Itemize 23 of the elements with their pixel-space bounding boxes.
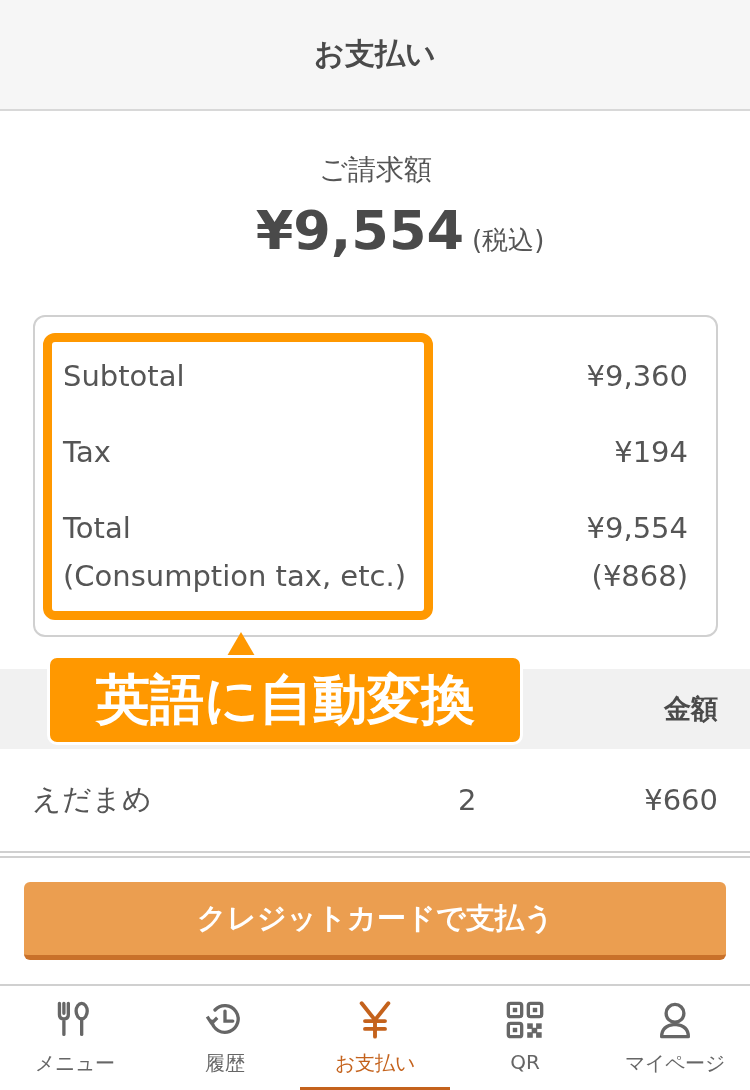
callout-text: 英語に自動変換 bbox=[95, 666, 475, 733]
nav-tab[interactable]: お支払い bbox=[300, 986, 450, 1090]
nav-tab[interactable]: QR bbox=[450, 986, 600, 1090]
nav-tab[interactable]: マイページ bbox=[600, 986, 750, 1090]
summary-label: Subtotal bbox=[63, 359, 185, 393]
column-header: 金額 bbox=[664, 692, 718, 726]
summary-value: ¥9,554 bbox=[586, 511, 688, 545]
summary-value: ¥194 bbox=[614, 435, 688, 469]
tax-note: (税込) bbox=[472, 224, 545, 257]
item-name: えだまめ bbox=[32, 781, 153, 818]
summary-value: ¥9,360 bbox=[586, 359, 688, 393]
bill-label: ご請求額 bbox=[318, 152, 432, 188]
nav-tab[interactable]: 履歴 bbox=[150, 986, 300, 1090]
summary-label: Total bbox=[63, 511, 131, 545]
summary-label: (Consumption tax, etc.) bbox=[63, 559, 407, 593]
page-title: お支払い bbox=[314, 35, 436, 73]
bill-amount: ¥9,554 bbox=[255, 199, 465, 262]
item-amount: ¥660 bbox=[643, 783, 718, 817]
summary-label: Tax bbox=[63, 435, 111, 469]
summary-value: (¥868) bbox=[591, 559, 688, 593]
nav-tab[interactable]: メニュー bbox=[0, 986, 150, 1090]
qr-code-icon bbox=[505, 1000, 545, 1040]
item-quantity: 2 bbox=[458, 783, 478, 817]
